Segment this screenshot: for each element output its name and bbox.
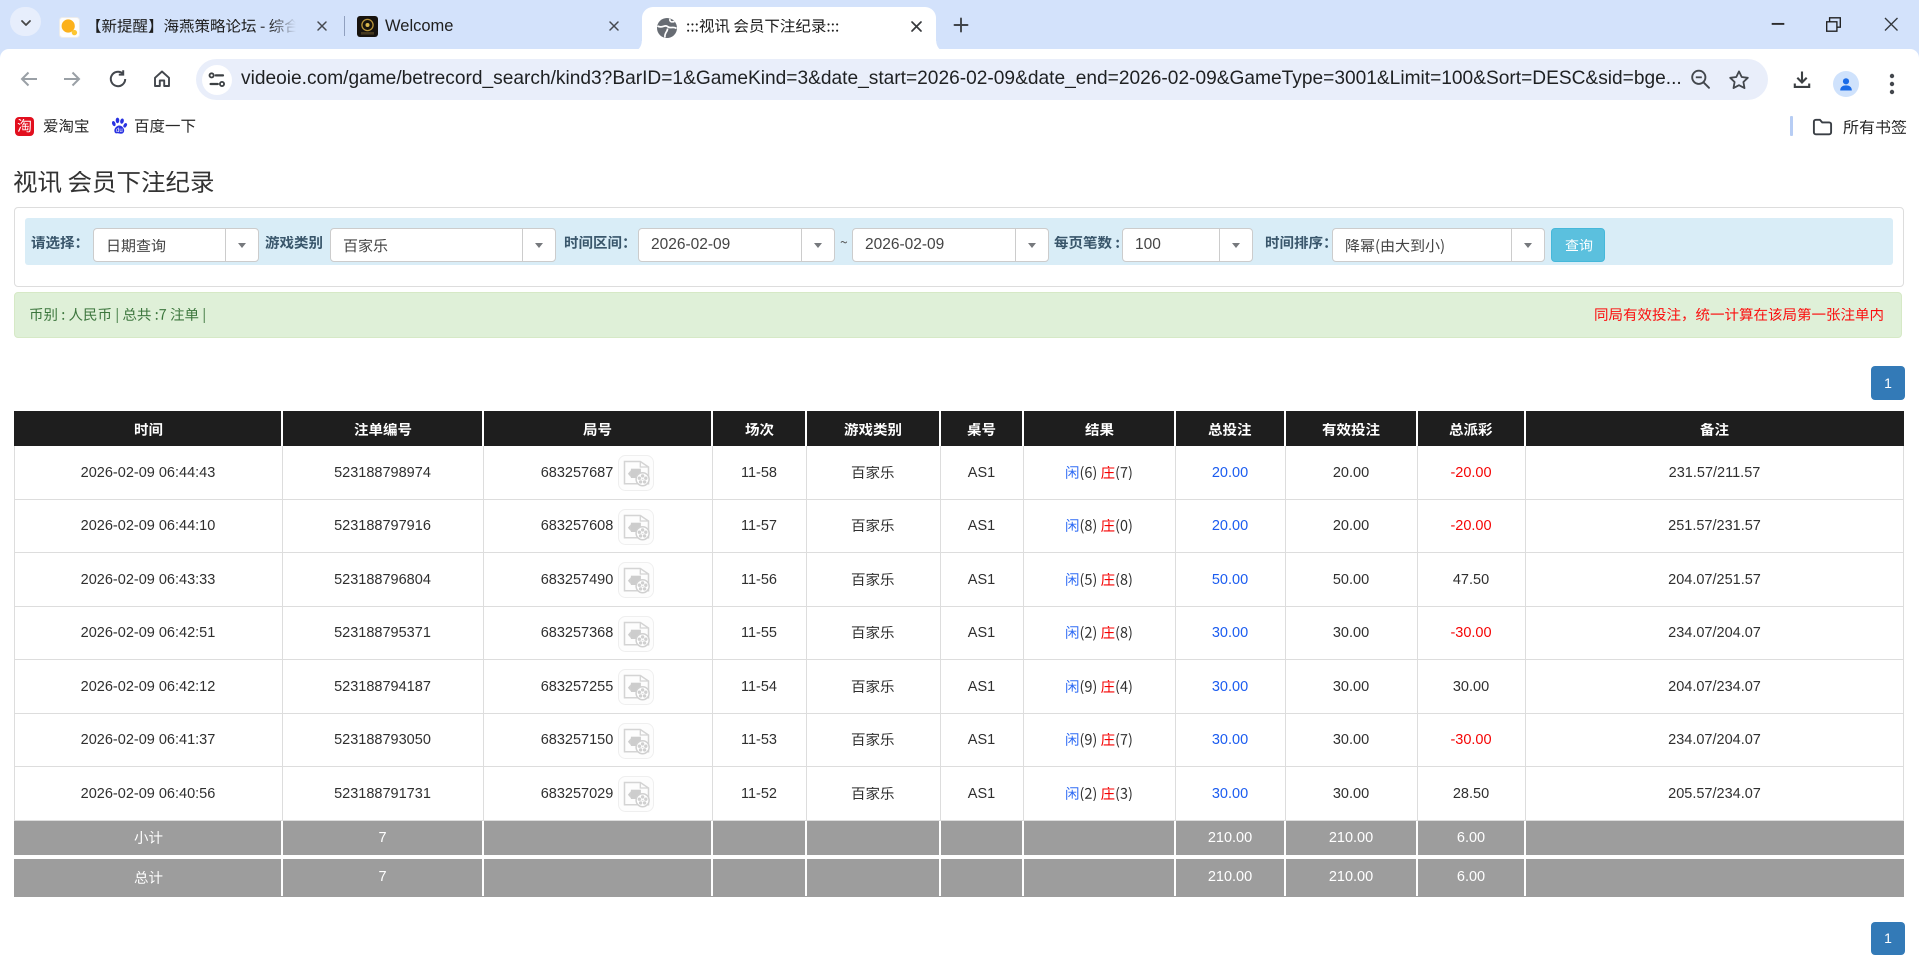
svg-text:du: du: [116, 128, 123, 134]
